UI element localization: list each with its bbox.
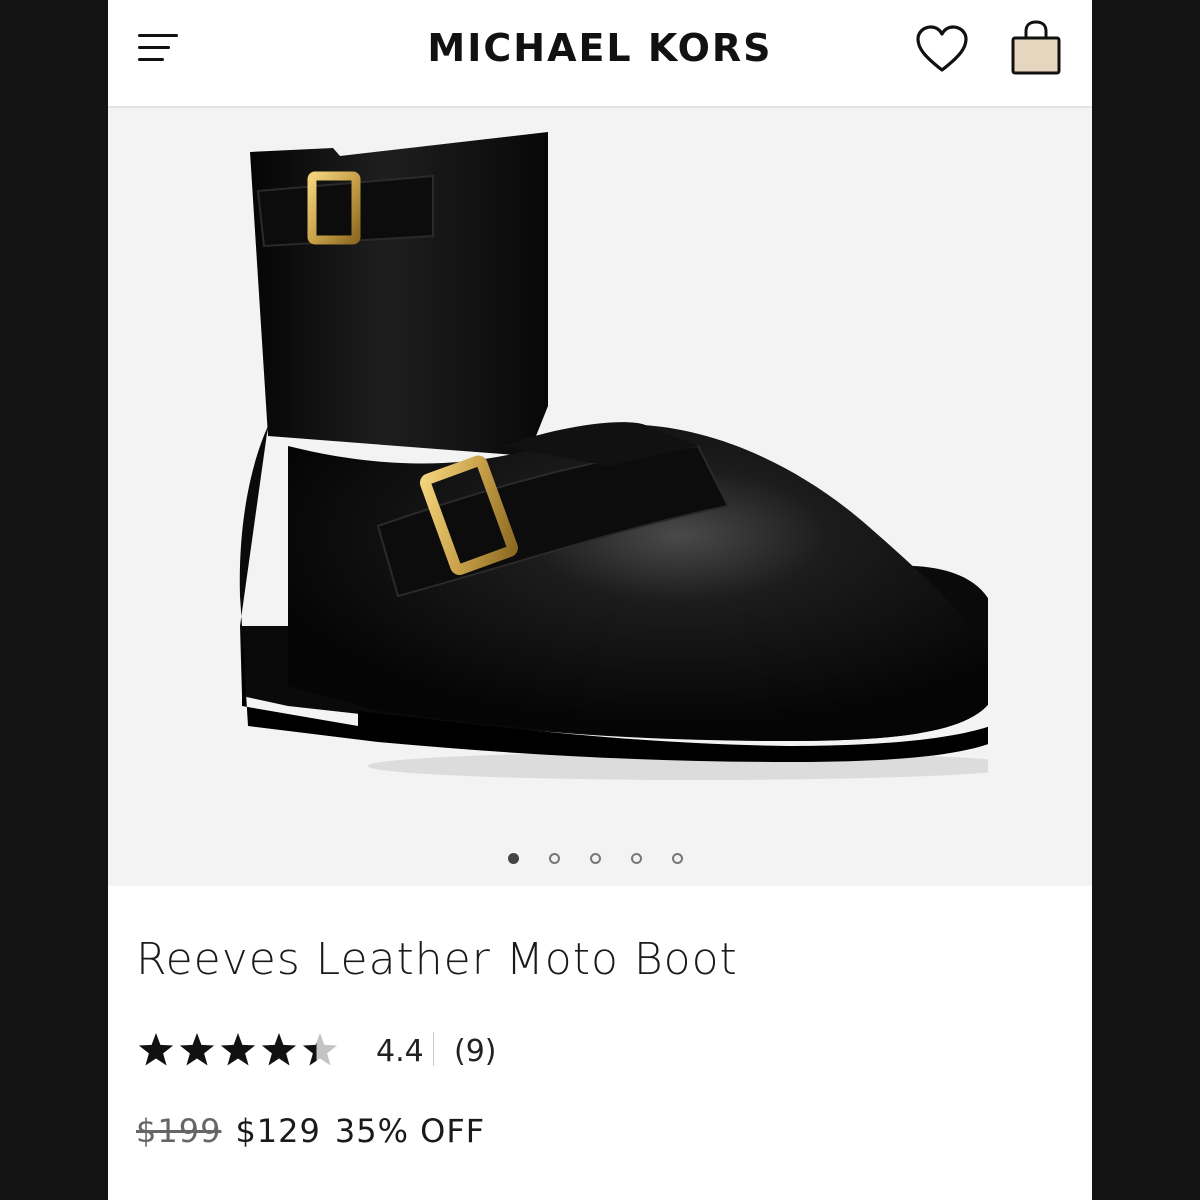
- star-icon: [138, 1033, 174, 1066]
- carousel-dot-4[interactable]: [631, 853, 642, 864]
- product-info: Reeves Leather Moto Boot 4.4 (9) $199 $12…: [108, 886, 1092, 1200]
- product-image-gallery[interactable]: [108, 108, 1092, 886]
- wishlist-button[interactable]: [914, 24, 970, 76]
- site-header: MICHAEL KORS: [108, 0, 1092, 108]
- rating-divider: [433, 1032, 434, 1066]
- star-icon: [220, 1033, 256, 1066]
- discount-label: 35% OFF: [334, 1112, 486, 1150]
- carousel-dot-1[interactable]: [508, 853, 519, 864]
- shopping-bag-icon: [1011, 20, 1061, 75]
- product-image-boot: [239, 132, 988, 780]
- carousel-dot-2[interactable]: [549, 853, 560, 864]
- product-rating[interactable]: 4.4 (9): [136, 1028, 636, 1072]
- rating-value: 4.4: [376, 1034, 424, 1069]
- product-page: MICHAEL KORS Reeves Leather Moto Boot 4.…: [108, 0, 1092, 1200]
- review-count[interactable]: (9): [454, 1034, 497, 1069]
- product-title: Reeves Leather Moto Boot: [136, 934, 738, 985]
- star-rating: [138, 1033, 338, 1066]
- original-price: $199: [136, 1112, 222, 1150]
- heart-icon: [916, 25, 968, 72]
- shopping-bag-button[interactable]: [1008, 20, 1064, 78]
- carousel-dot-5[interactable]: [672, 853, 683, 864]
- carousel-dot-3[interactable]: [590, 853, 601, 864]
- star-icon: [261, 1033, 297, 1066]
- image-carousel-dots: [508, 850, 698, 870]
- price-row: $199 $129 35% OFF: [136, 1112, 836, 1156]
- sale-price: $129: [235, 1112, 321, 1150]
- star-icon: [302, 1033, 338, 1066]
- star-icon: [179, 1033, 215, 1066]
